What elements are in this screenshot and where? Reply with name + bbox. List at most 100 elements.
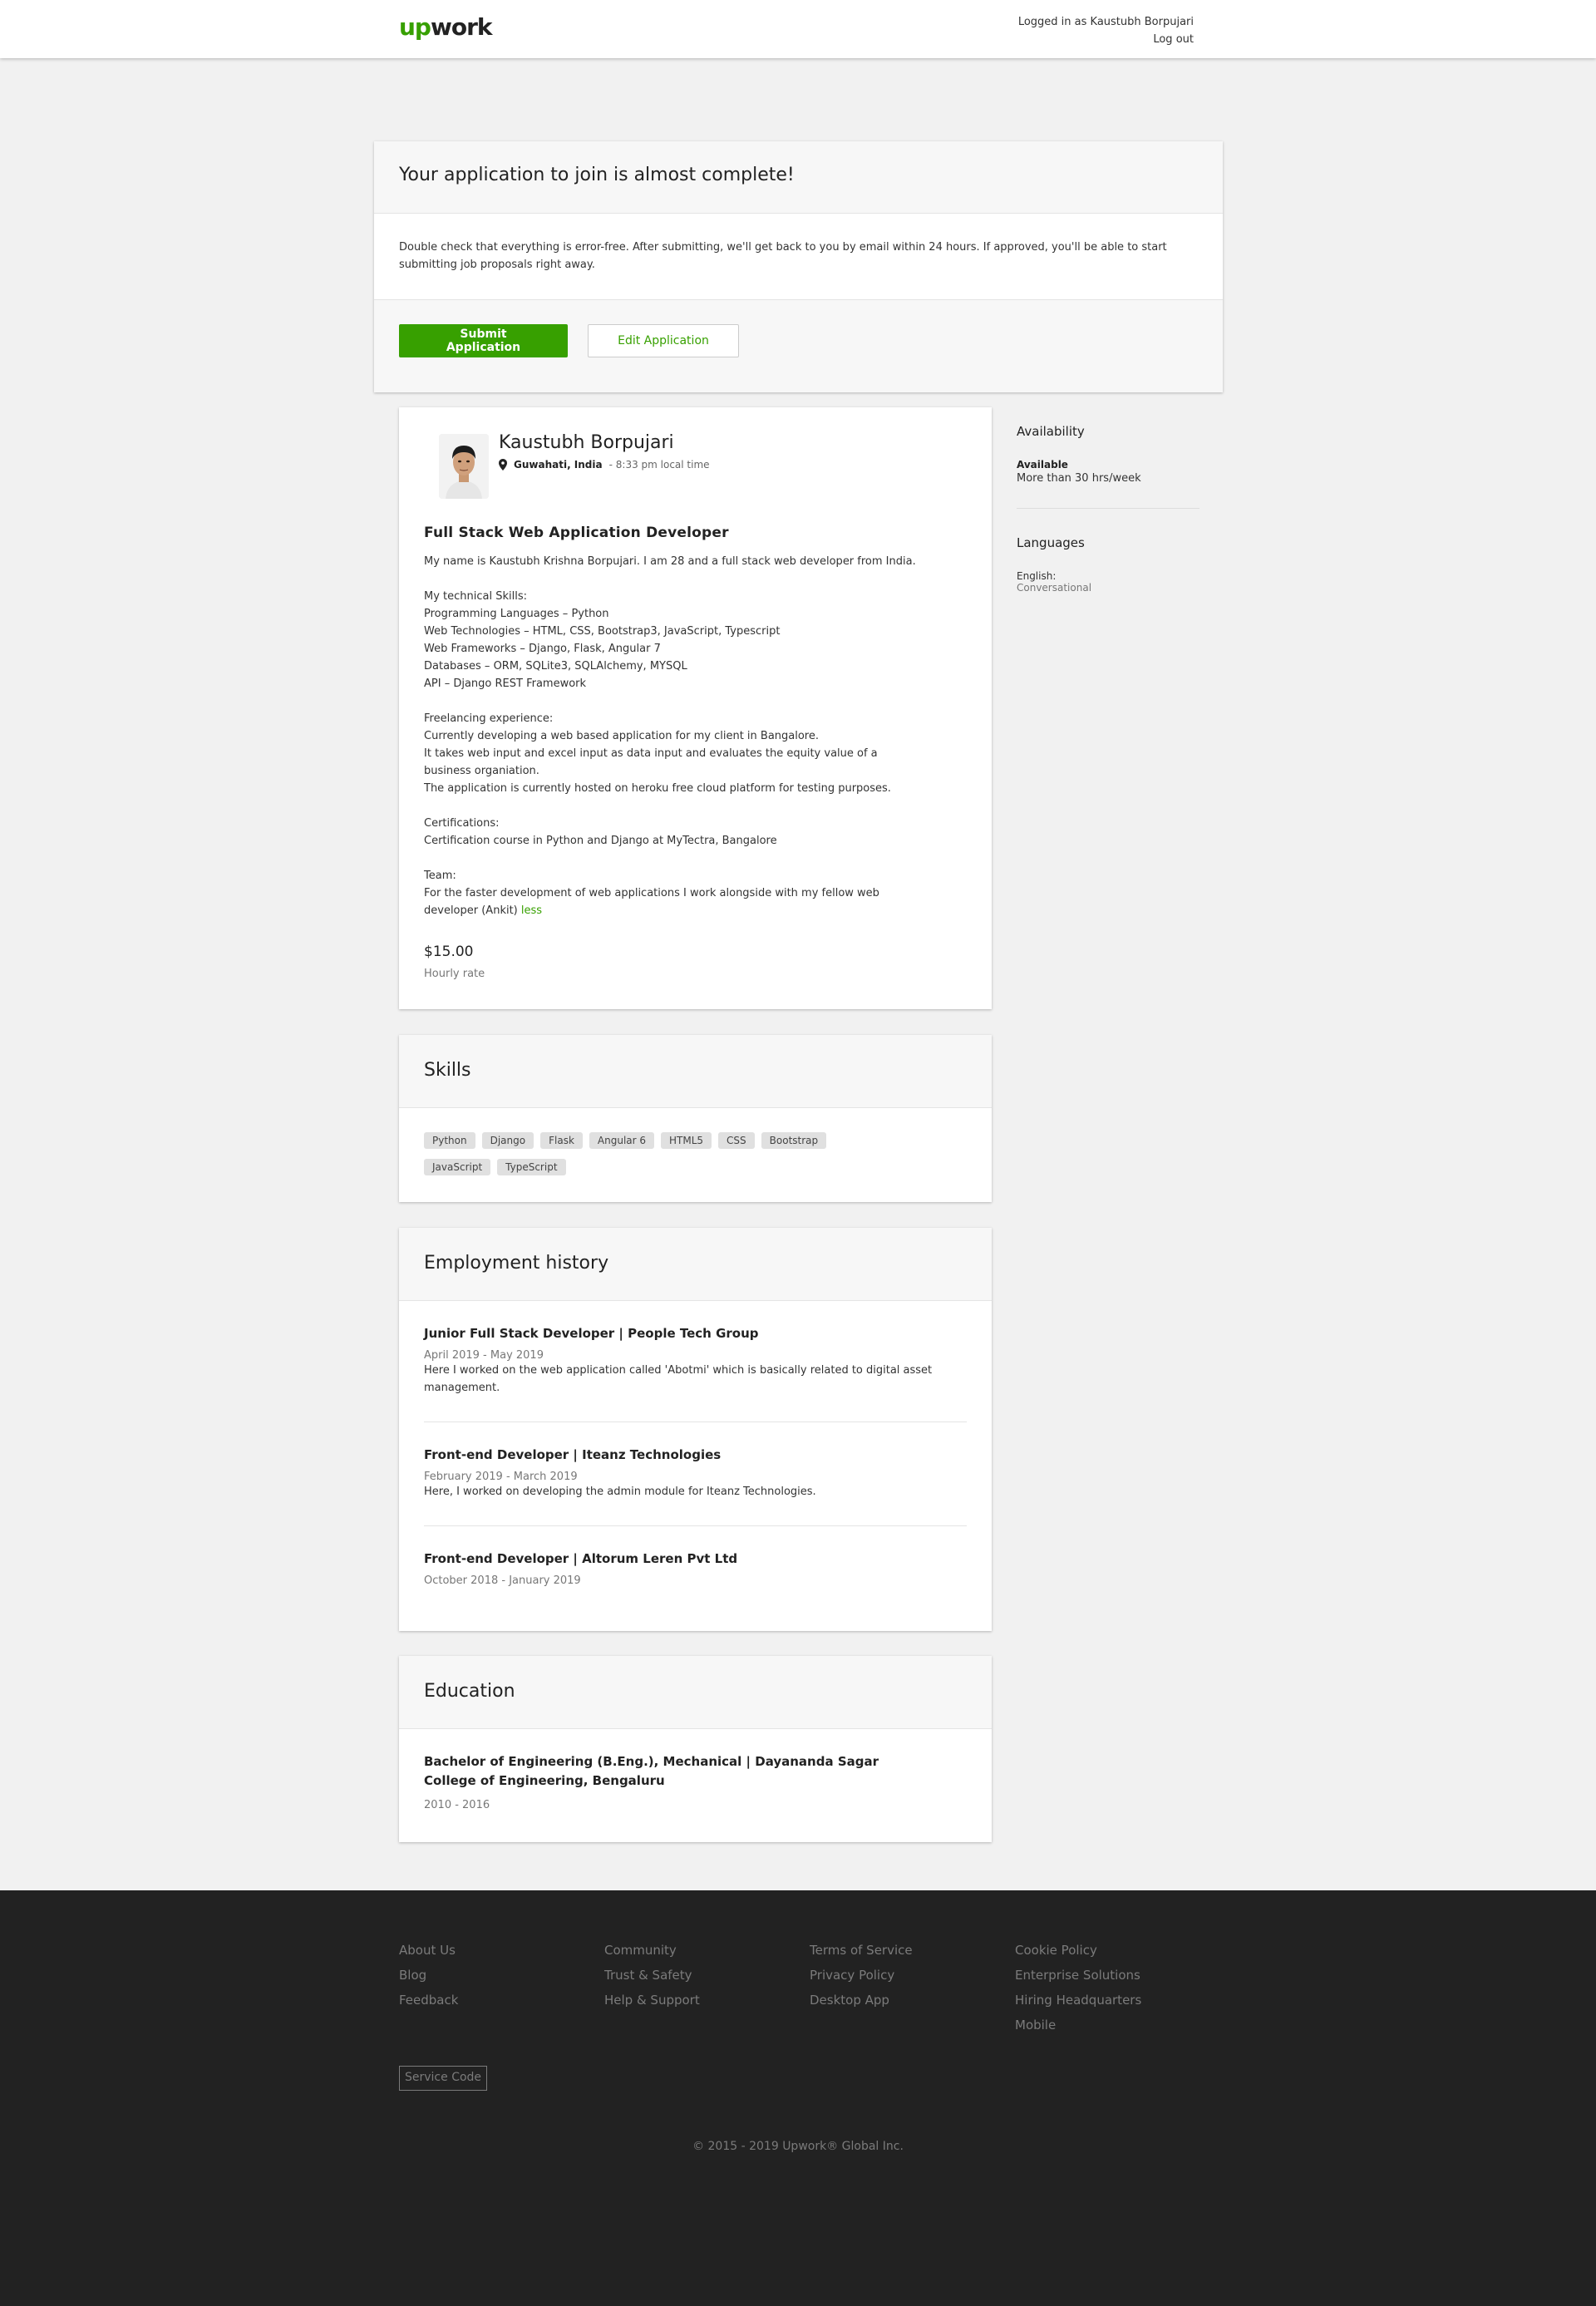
footer-column: Terms of Service Privacy Policy Desktop … [810, 1944, 1015, 2043]
avatar [439, 434, 489, 499]
profile-sidebar: Availability Available More than 30 hrs/… [1017, 424, 1199, 594]
logo-work-text: work [430, 13, 493, 41]
skill-tag[interactable]: TypeScript [497, 1159, 566, 1175]
description-line: API – Django REST Framework [424, 678, 587, 690]
location-pin-icon [499, 459, 507, 471]
banner-text: Double check that everything is error-fr… [399, 241, 1167, 271]
copyright-text: © 2015 - 2019 Upwork® Global Inc. [692, 2140, 904, 2153]
logout-link[interactable]: Log out [1018, 31, 1194, 48]
education-header: Education [399, 1656, 992, 1729]
description-line: It takes web input and excel input as da… [424, 747, 878, 760]
description-line: developer (Ankit) [424, 904, 518, 917]
banner-actions: Submit Application Edit Application [374, 300, 1223, 382]
availability-hours: More than 30 hrs/week [1017, 472, 1141, 485]
employment-card: Employment history Junior Full Stack Dev… [399, 1228, 992, 1631]
footer-column: About Us Blog Feedback [399, 1944, 604, 2043]
footer-column: Community Trust & Safety Help & Support [604, 1944, 810, 2043]
job-entry: Junior Full Stack Developer | People Tec… [399, 1301, 992, 1422]
footer-link-privacy[interactable]: Privacy Policy [810, 1968, 1015, 1982]
footer-link-blog[interactable]: Blog [399, 1968, 604, 1982]
job-title: Front-end Developer | Altorum Leren Pvt … [424, 1551, 738, 1566]
description-line: My technical Skills: [424, 590, 528, 603]
skill-tag[interactable]: Angular 6 [589, 1132, 655, 1149]
skill-tag[interactable]: HTML5 [661, 1132, 712, 1149]
availability-title: Availability [1017, 424, 1085, 439]
skill-tag[interactable]: Django [481, 1132, 534, 1149]
upwork-logo[interactable]: upwork [399, 13, 493, 41]
language-name: English: [1017, 570, 1057, 582]
job-dates: April 2019 - May 2019 [424, 1349, 544, 1362]
footer-column: Cookie Policy Enterprise Solutions Hirin… [1015, 1944, 1220, 2043]
description-last-line: developer (Ankit) less [424, 902, 956, 919]
freelancer-location: Guwahati, India - 8:33 pm local time [499, 459, 710, 471]
service-code-button[interactable]: Service Code [399, 2066, 488, 2091]
sidebar-divider [1017, 508, 1199, 509]
skill-tag[interactable]: JavaScript [424, 1159, 491, 1175]
avatar-portrait-icon [439, 434, 489, 499]
job-entry: Front-end Developer | Iteanz Technologie… [399, 1422, 992, 1525]
page-content: Your application to join is almost compl… [0, 58, 1596, 2306]
education-degree: Bachelor of Engineering (B.Eng.), Mechan… [424, 1754, 879, 1788]
job-dates: February 2019 - March 2019 [424, 1471, 578, 1483]
description-line: Team: [424, 870, 456, 882]
logged-in-text: Logged in as Kaustubh Borpujari [1017, 16, 1194, 28]
freelancer-name: Kaustubh Borpujari [499, 432, 674, 453]
education-card: Education Bachelor of Engineering (B.Eng… [399, 1656, 992, 1842]
account-info: Logged in as Kaustubh Borpujari Log out [1018, 13, 1194, 48]
description-line: Databases – ORM, SQLite3, SQLAlchemy, MY… [424, 660, 687, 673]
footer-link-cookie-policy[interactable]: Cookie Policy [1015, 1944, 1220, 1957]
language-level: Conversational [1017, 582, 1092, 594]
job-dates: October 2018 - January 2019 [424, 1574, 581, 1587]
skill-tag[interactable]: Flask [540, 1132, 583, 1149]
footer-links: About Us Blog Feedback Community Trust &… [399, 1944, 1220, 2043]
profile-description: My name is Kaustubh Krishna Borpujari. I… [424, 553, 956, 919]
description-line: Currently developing a web based applica… [424, 730, 820, 742]
footer-link-feedback[interactable]: Feedback [399, 1993, 604, 2007]
description-line: The application is currently hosted on h… [424, 782, 891, 795]
banner-title: Your application to join is almost compl… [399, 165, 795, 185]
description-line: Certification course in Python and Djang… [424, 835, 777, 847]
hourly-rate-value: $15.00 [424, 944, 474, 960]
skill-tag[interactable]: Python [424, 1132, 475, 1149]
job-description: Here I worked on the web application cal… [424, 1364, 933, 1394]
submit-application-button[interactable]: Submit Application [399, 324, 568, 357]
edit-application-button[interactable]: Edit Application [588, 324, 739, 357]
application-banner: Your application to join is almost compl… [374, 141, 1223, 392]
footer-link-terms[interactable]: Terms of Service [810, 1944, 1015, 1957]
description-line: Certifications: [424, 817, 500, 830]
footer-link-desktop-app[interactable]: Desktop App [810, 1993, 1015, 2007]
skill-tag[interactable]: CSS [718, 1132, 755, 1149]
logo-up-text: up [399, 13, 431, 41]
footer-link-mobile[interactable]: Mobile [1015, 2018, 1220, 2032]
skills-title: Skills [424, 1060, 471, 1081]
description-line: For the faster development of web applic… [424, 887, 879, 899]
footer-link-hiring-hq[interactable]: Hiring Headquarters [1015, 1993, 1220, 2007]
education-years: 2010 - 2016 [424, 1799, 490, 1811]
description-line: business organiation. [424, 765, 539, 777]
footer-link-community[interactable]: Community [604, 1944, 810, 1957]
footer-link-enterprise[interactable]: Enterprise Solutions [1015, 1968, 1220, 1982]
site-footer: About Us Blog Feedback Community Trust &… [0, 1890, 1596, 2306]
job-entry: Front-end Developer | Altorum Leren Pvt … [399, 1526, 992, 1587]
footer-link-help-support[interactable]: Help & Support [604, 1993, 810, 2007]
banner-header: Your application to join is almost compl… [374, 141, 1223, 214]
footer-link-about-us[interactable]: About Us [399, 1944, 604, 1957]
education-title: Education [424, 1681, 515, 1702]
employment-header: Employment history [399, 1228, 992, 1301]
top-header: upwork Logged in as Kaustubh Borpujari L… [0, 0, 1596, 58]
footer-link-trust-safety[interactable]: Trust & Safety [604, 1968, 810, 1982]
availability-status: Available [1017, 459, 1068, 471]
profile-card: Kaustubh Borpujari Guwahati, India - 8:3… [399, 407, 992, 1009]
description-line: My name is Kaustubh Krishna Borpujari. I… [424, 555, 916, 568]
job-title: Junior Full Stack Developer | People Tec… [424, 1326, 759, 1341]
local-time: - 8:33 pm local time [608, 459, 710, 471]
location-city: Guwahati, India [514, 459, 603, 471]
job-title: Front-end Developer | Iteanz Technologie… [424, 1447, 722, 1462]
skill-tag[interactable]: Bootstrap [761, 1132, 827, 1149]
languages-title: Languages [1017, 535, 1085, 550]
less-link[interactable]: less [521, 904, 542, 917]
